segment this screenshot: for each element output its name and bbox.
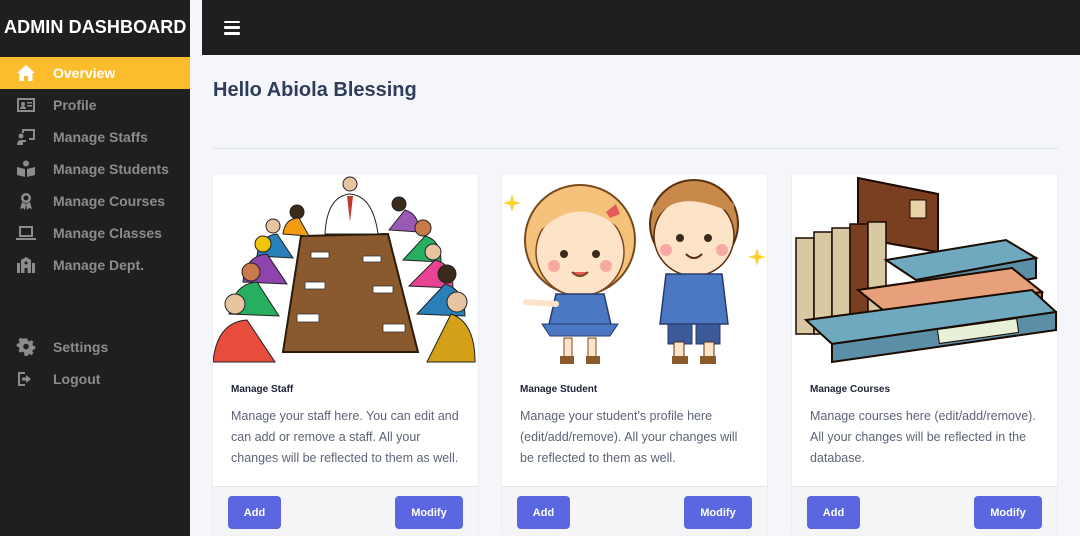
modify-student-button[interactable]: Modify [684, 496, 752, 529]
sidebar-item-label: Overview [53, 65, 116, 81]
sidebar-item-settings[interactable]: Settings [0, 331, 190, 363]
sidebar-item-label: Manage Staffs [53, 129, 148, 145]
card-footer: Add Modify [502, 486, 767, 536]
card-title: Manage Courses [810, 384, 891, 395]
sign-out-icon [14, 369, 38, 389]
add-student-button[interactable]: Add [517, 496, 570, 529]
gear-icon [14, 337, 38, 357]
books-illustration [792, 174, 1057, 366]
award-icon [14, 191, 38, 211]
sidebar-item-logout[interactable]: Logout [0, 363, 190, 395]
school-building-icon [14, 255, 38, 275]
students-illustration [502, 174, 767, 366]
add-course-button[interactable]: Add [807, 496, 860, 529]
sidebar-item-profile[interactable]: Profile [0, 89, 190, 121]
card-footer: Add Modify [792, 486, 1057, 536]
top-bar [202, 0, 1080, 55]
sidebar-item-manage-students[interactable]: Manage Students [0, 153, 190, 185]
sidebar-item-overview[interactable]: Overview [0, 57, 190, 89]
id-card-icon [14, 95, 38, 115]
card-title: Manage Student [520, 384, 598, 395]
sidebar-item-manage-classes[interactable]: Manage Classes [0, 217, 190, 249]
modify-staff-button[interactable]: Modify [395, 496, 463, 529]
sidebar: ADMIN DASHBOARD Overview Profile Manage … [0, 0, 190, 536]
sidebar-item-manage-courses[interactable]: Manage Courses [0, 185, 190, 217]
chalkboard-teacher-icon [14, 127, 38, 147]
sidebar-item-label: Manage Dept. [53, 257, 145, 273]
card-manage-student: Manage Student Manage your student's pro… [502, 174, 767, 536]
page-title: Hello Abiola Blessing [213, 79, 417, 101]
card-description: Manage courses here (edit/add/remove). A… [810, 409, 1036, 465]
sidebar-item-label: Settings [53, 339, 109, 355]
card-manage-staff: Manage Staff Manage your staff here. You… [213, 174, 478, 536]
modify-course-button[interactable]: Modify [974, 496, 1042, 529]
divider [213, 148, 1058, 149]
card-title: Manage Staff [231, 384, 294, 395]
sidebar-item-manage-dept[interactable]: Manage Dept. [0, 249, 190, 281]
staff-meeting-illustration [213, 174, 478, 366]
reading-student-icon [14, 159, 38, 179]
sidebar-nav: Overview Profile Manage Staffs Manage St… [0, 57, 190, 395]
sidebar-item-label: Manage Courses [53, 193, 166, 209]
add-staff-button[interactable]: Add [228, 496, 281, 529]
sidebar-item-label: Profile [53, 97, 97, 113]
menu-toggle-icon[interactable] [224, 20, 240, 35]
card-footer: Add Modify [213, 486, 478, 536]
sidebar-item-label: Manage Students [53, 161, 169, 177]
sidebar-item-label: Logout [53, 371, 101, 387]
home-icon [14, 63, 38, 83]
laptop-icon [14, 223, 38, 243]
card-description: Manage your student's profile here (edit… [520, 409, 738, 465]
card-description: Manage your staff here. You can edit and… [231, 409, 459, 465]
card-manage-courses: Manage Courses Manage courses here (edit… [792, 174, 1057, 536]
brand-title: ADMIN DASHBOARD [4, 17, 187, 37]
sidebar-item-label: Manage Classes [53, 225, 162, 241]
sidebar-item-manage-staffs[interactable]: Manage Staffs [0, 121, 190, 153]
